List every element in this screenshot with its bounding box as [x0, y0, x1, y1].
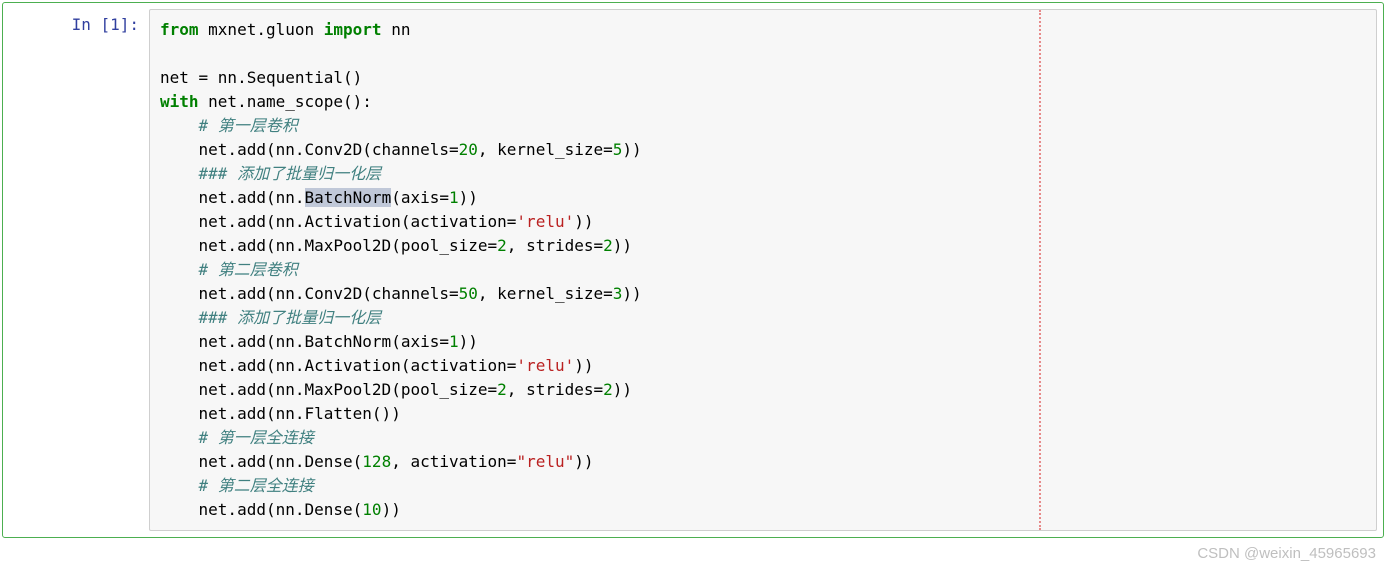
code-cell: In [1]: from mxnet.gluon import nn net =…	[2, 2, 1384, 538]
code-text: net.add(nn.Conv2D(channels=	[160, 284, 459, 303]
code-text: , kernel_size=	[478, 140, 613, 159]
code-text: ))	[613, 380, 632, 399]
number: 5	[613, 140, 623, 159]
keyword-with: with	[160, 92, 199, 111]
keyword-from: from	[160, 20, 199, 39]
code-text: ))	[622, 284, 641, 303]
code-text: ))	[459, 188, 478, 207]
code-text: net.add(nn.Conv2D(channels=	[160, 140, 459, 159]
string: "relu"	[516, 452, 574, 471]
code-text: net.add(nn.Dense(	[160, 452, 362, 471]
module-name: mxnet.gluon	[199, 20, 324, 39]
ruler-line	[1039, 10, 1041, 530]
number: 2	[603, 380, 613, 399]
code-text: ))	[382, 500, 401, 519]
code-content: from mxnet.gluon import nn net = nn.Sequ…	[160, 18, 1366, 522]
comment: # 第二层全连接	[160, 476, 314, 495]
code-text: net = nn.Sequential()	[160, 68, 362, 87]
code-text: ))	[622, 140, 641, 159]
code-text: ))	[574, 452, 593, 471]
code-text: , strides=	[507, 236, 603, 255]
selected-text: BatchNorm	[305, 188, 392, 207]
watermark: CSDN @weixin_45965693	[1197, 545, 1376, 562]
code-text: net.add(nn.	[160, 188, 305, 207]
string: 'relu'	[516, 356, 574, 375]
number: 20	[459, 140, 478, 159]
comment: ### 添加了批量归一化层	[160, 308, 381, 327]
code-text: net.add(nn.Flatten())	[160, 404, 401, 423]
comment: # 第一层全连接	[160, 428, 314, 447]
code-text: , strides=	[507, 380, 603, 399]
code-text: ))	[574, 212, 593, 231]
number: 10	[362, 500, 381, 519]
number: 2	[497, 380, 507, 399]
comment: # 第一层卷积	[160, 116, 298, 135]
number: 2	[603, 236, 613, 255]
code-text: net.add(nn.Activation(activation=	[160, 356, 516, 375]
code-text: ))	[613, 236, 632, 255]
string: 'relu'	[516, 212, 574, 231]
number: 50	[459, 284, 478, 303]
code-text: , activation=	[391, 452, 516, 471]
code-text: net.name_scope():	[199, 92, 372, 111]
number: 2	[497, 236, 507, 255]
comment: ### 添加了批量归一化层	[160, 164, 381, 183]
code-text: (axis=	[391, 188, 449, 207]
code-text: net.add(nn.MaxPool2D(pool_size=	[160, 380, 497, 399]
import-name: nn	[382, 20, 411, 39]
prompt-label: In [1]:	[72, 15, 139, 34]
number: 128	[362, 452, 391, 471]
comment: # 第二层卷积	[160, 260, 298, 279]
input-prompt: In [1]:	[9, 9, 149, 531]
blank-line	[160, 42, 1366, 66]
code-text: ))	[459, 332, 478, 351]
code-text: ))	[574, 356, 593, 375]
number: 3	[613, 284, 623, 303]
number: 1	[449, 332, 459, 351]
code-text: net.add(nn.BatchNorm(axis=	[160, 332, 449, 351]
keyword-import: import	[324, 20, 382, 39]
code-text: net.add(nn.MaxPool2D(pool_size=	[160, 236, 497, 255]
code-editor[interactable]: from mxnet.gluon import nn net = nn.Sequ…	[149, 9, 1377, 531]
code-text: net.add(nn.Dense(	[160, 500, 362, 519]
number: 1	[449, 188, 459, 207]
code-text: , kernel_size=	[478, 284, 613, 303]
code-text: net.add(nn.Activation(activation=	[160, 212, 516, 231]
